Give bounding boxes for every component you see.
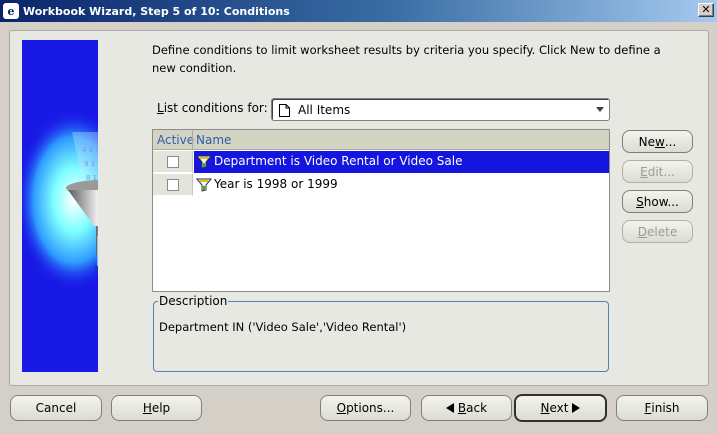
instructions-text: Define conditions to limit worksheet res…	[152, 43, 661, 75]
name-cell[interactable]: Department is Video Rental or Video Sale	[194, 151, 609, 173]
chevron-down-icon[interactable]	[596, 107, 604, 112]
options-button[interactable]: Options...	[320, 395, 411, 421]
show-button[interactable]: Show...	[622, 190, 693, 213]
active-checkbox[interactable]	[167, 156, 179, 168]
delete-button-label: elete	[647, 224, 678, 239]
close-button[interactable]: ✕	[698, 3, 714, 17]
title-bar: e Workbook Wizard, Step 5 of 10: Conditi…	[0, 0, 717, 22]
finish-button[interactable]: Finish	[616, 395, 708, 421]
column-header-active[interactable]: Active	[157, 133, 194, 147]
cancel-button-label: Cancel	[35, 401, 77, 415]
help-button-mnemonic: H	[142, 401, 152, 415]
conditions-table: Active Name Department is Video Rental o…	[152, 129, 610, 292]
name-cell[interactable]: Year is 1998 or 1999	[194, 174, 609, 196]
finish-button-mnemonic: F	[644, 401, 652, 415]
filter-funnel-icon	[196, 178, 212, 192]
next-button-label: ext	[549, 401, 569, 415]
list-conditions-mnemonic: L	[157, 101, 164, 115]
next-button[interactable]: Next	[514, 394, 607, 422]
active-cell	[153, 151, 193, 173]
delete-button[interactable]: Delete	[622, 220, 693, 243]
show-button-label: how...	[643, 194, 679, 209]
table-row[interactable]: Year is 1998 or 1999	[153, 174, 609, 196]
new-button-mnemonic: w	[655, 134, 665, 149]
help-button[interactable]: Help	[111, 395, 202, 421]
table-row[interactable]: Department is Video Rental or Video Sale	[153, 151, 609, 173]
back-button-label: ack	[466, 401, 488, 415]
list-conditions-value: All Items	[298, 103, 351, 117]
new-button-label: Ne	[638, 134, 656, 149]
help-button-label: elp	[151, 401, 171, 415]
window-title: Workbook Wizard, Step 5 of 10: Condition…	[23, 4, 290, 18]
filter-funnel-icon	[196, 155, 212, 169]
wizard-side-image: 4 9 1 9 3 6 8 1 3 3 5	[22, 40, 98, 372]
edit-button-mnemonic: E	[640, 164, 648, 179]
active-cell	[153, 174, 193, 196]
options-button-label: ptions...	[346, 401, 395, 415]
description-text: Department IN ('Video Sale','Video Renta…	[159, 320, 407, 334]
list-conditions-label: List conditions for:	[157, 101, 268, 115]
column-divider	[192, 130, 193, 150]
new-button-label-rest: ...	[664, 134, 677, 149]
show-button-mnemonic: S	[636, 194, 644, 209]
cancel-button[interactable]: Cancel	[10, 395, 102, 421]
options-button-mnemonic: O	[336, 401, 347, 415]
edit-button[interactable]: Edit...	[622, 160, 693, 183]
column-header-name[interactable]: Name	[196, 133, 231, 147]
list-conditions-select[interactable]: All Items	[271, 98, 610, 121]
new-button[interactable]: Ne w...	[622, 130, 693, 153]
active-checkbox[interactable]	[167, 179, 179, 191]
description-group: Description Department IN ('Video Sale',…	[153, 294, 609, 372]
app-icon: e	[3, 3, 19, 19]
edit-button-label: dit...	[647, 164, 675, 179]
close-icon: ✕	[701, 3, 711, 16]
finish-button-label: inish	[651, 401, 680, 415]
funnel-illustration: 4 9 1 9 3 6 8 1 3 3 5	[22, 110, 98, 290]
list-conditions-label-text: ist conditions for:	[163, 101, 268, 115]
next-button-mnemonic: N	[540, 401, 550, 415]
svg-text:9 3 6: 9 3 6	[84, 160, 98, 168]
condition-name: Department is Video Rental or Video Sale	[214, 154, 463, 168]
document-icon	[279, 104, 290, 117]
delete-button-mnemonic: D	[637, 224, 648, 239]
next-arrow-icon	[572, 403, 581, 413]
back-arrow-icon	[445, 403, 454, 413]
svg-text:4 9 1: 4 9 1	[82, 146, 98, 154]
back-button[interactable]: Back	[421, 395, 512, 421]
condition-name: Year is 1998 or 1999	[214, 177, 338, 191]
description-legend: Description	[158, 294, 229, 308]
table-header: Active Name	[153, 130, 609, 150]
back-button-mnemonic: B	[457, 401, 467, 415]
